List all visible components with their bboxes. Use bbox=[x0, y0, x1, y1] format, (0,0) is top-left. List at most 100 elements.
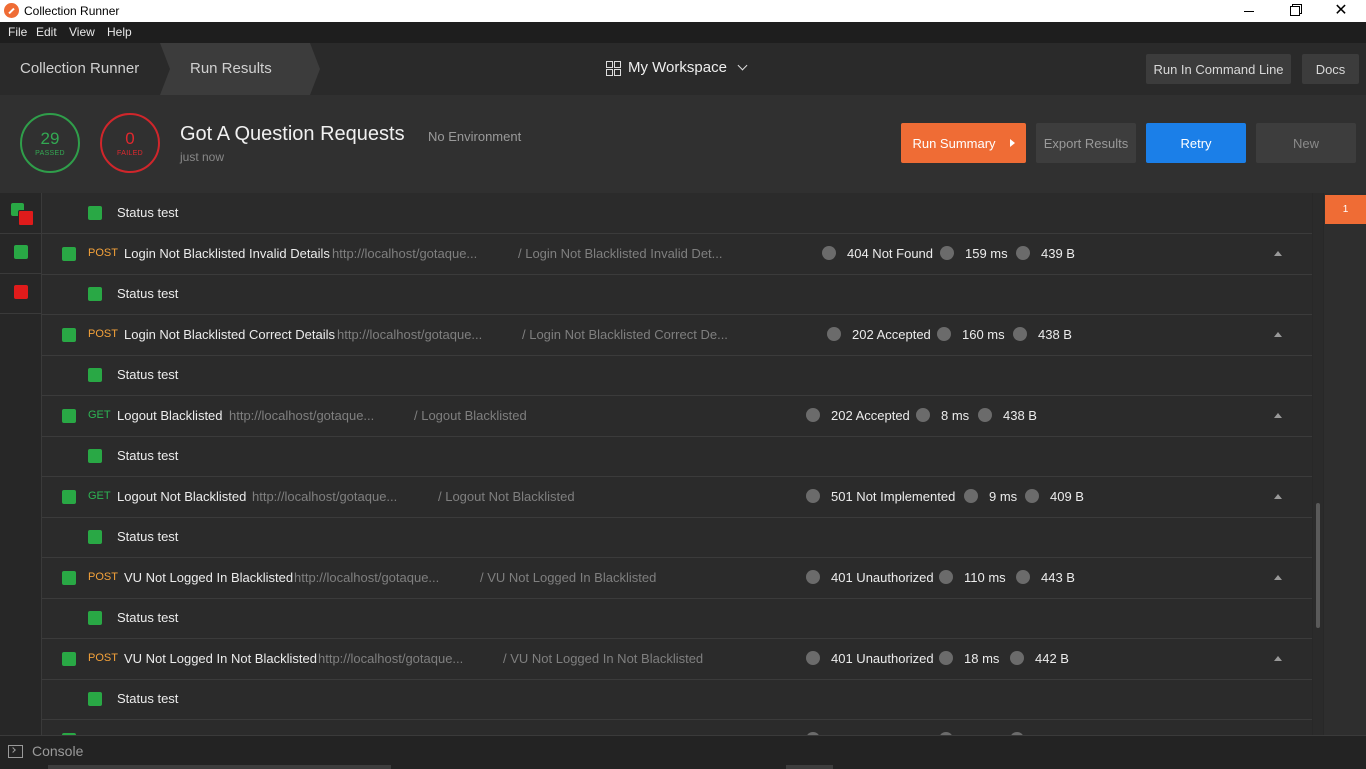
status-dot-icon bbox=[806, 570, 820, 584]
request-row[interactable] bbox=[42, 720, 1312, 735]
run-in-command-line-button[interactable]: Run In Command Line bbox=[1146, 54, 1291, 84]
failed-counter: 0 FAILED bbox=[100, 113, 160, 173]
iteration-strip: 1 bbox=[1324, 193, 1366, 735]
request-row[interactable]: GET Logout Not Blacklisted http://localh… bbox=[42, 477, 1312, 518]
test-pass-icon bbox=[88, 449, 102, 463]
request-url: http://localhost/gotaque... bbox=[337, 327, 483, 342]
run-title: Got A Question Requests bbox=[180, 123, 405, 145]
request-row[interactable]: POST Login Not Blacklisted Correct Detai… bbox=[42, 315, 1312, 356]
size-dot-icon bbox=[1016, 570, 1030, 584]
menu-view[interactable]: View bbox=[69, 25, 95, 39]
request-name: Login Not Blacklisted Correct Details bbox=[124, 327, 335, 342]
size-dot-icon bbox=[1025, 489, 1039, 503]
request-url: http://localhost/gotaque... bbox=[294, 570, 440, 585]
test-pass-icon bbox=[88, 530, 102, 544]
test-name: Status test bbox=[117, 286, 179, 301]
iteration-tab[interactable]: 1 bbox=[1325, 195, 1366, 224]
response-status: 202 Accepted bbox=[852, 327, 931, 342]
console-icon[interactable] bbox=[8, 745, 23, 758]
request-method: POST bbox=[88, 247, 118, 259]
response-time: 18 ms bbox=[964, 651, 1000, 666]
horizontal-scrollbar[interactable] bbox=[48, 765, 391, 769]
request-row[interactable]: POST VU Not Logged In Not Blacklisted ht… bbox=[42, 639, 1312, 680]
close-window-button[interactable]: ✕ bbox=[1318, 0, 1364, 22]
workspace-name: My Workspace bbox=[628, 59, 727, 76]
menu-file[interactable]: File bbox=[8, 25, 27, 39]
postman-logo-icon bbox=[4, 3, 19, 18]
time-dot-icon bbox=[964, 489, 978, 503]
request-path: / Logout Not Blacklisted bbox=[438, 489, 575, 504]
filter-all[interactable] bbox=[0, 193, 41, 234]
run-summary-band: 29 PASSED 0 FAILED Got A Question Reques… bbox=[0, 95, 1366, 193]
failed-label: FAILED bbox=[117, 149, 143, 157]
horizontal-scrollbar-thumb[interactable] bbox=[786, 765, 833, 769]
response-time: 110 ms bbox=[964, 570, 1006, 585]
status-dot-icon bbox=[806, 489, 820, 503]
filter-failed[interactable] bbox=[0, 273, 41, 314]
response-time: 159 ms bbox=[965, 246, 1008, 261]
request-row[interactable]: POST Login Not Blacklisted Invalid Detai… bbox=[42, 234, 1312, 275]
test-row: Status test bbox=[42, 355, 1312, 396]
test-pass-icon bbox=[88, 611, 102, 625]
request-pass-icon bbox=[62, 652, 76, 666]
size-dot-icon bbox=[1010, 651, 1024, 665]
collapse-caret-icon[interactable] bbox=[1274, 494, 1282, 499]
response-size: 442 B bbox=[1035, 651, 1069, 666]
time-dot-icon bbox=[939, 651, 953, 665]
fail-indicator-icon bbox=[18, 210, 34, 226]
docs-button[interactable]: Docs bbox=[1302, 54, 1359, 84]
size-dot-icon bbox=[1016, 246, 1030, 260]
response-time: 160 ms bbox=[962, 327, 1005, 342]
request-method: POST bbox=[88, 328, 118, 340]
menu-edit[interactable]: Edit bbox=[36, 25, 57, 39]
workspace-switcher[interactable]: My Workspace bbox=[606, 59, 748, 76]
test-row: Status test bbox=[42, 517, 1312, 558]
scroll-thumb[interactable] bbox=[1316, 503, 1320, 628]
collapse-caret-icon[interactable] bbox=[1274, 656, 1282, 661]
passed-count: 29 bbox=[40, 128, 60, 148]
test-name: Status test bbox=[117, 448, 179, 463]
request-row[interactable]: GET Logout Blacklisted http://localhost/… bbox=[42, 396, 1312, 437]
minimize-button[interactable] bbox=[1226, 0, 1272, 22]
collapse-caret-icon[interactable] bbox=[1274, 332, 1282, 337]
test-pass-icon bbox=[88, 206, 102, 220]
console-toggle[interactable]: Console bbox=[32, 743, 83, 759]
request-url: http://localhost/gotaque... bbox=[252, 489, 398, 504]
size-dot-icon bbox=[978, 408, 992, 422]
new-button[interactable]: New bbox=[1256, 123, 1356, 163]
request-name: VU Not Logged In Blacklisted bbox=[124, 570, 294, 585]
time-dot-icon bbox=[940, 246, 954, 260]
response-time: 8 ms bbox=[941, 408, 970, 423]
menu-help[interactable]: Help bbox=[107, 25, 132, 39]
test-name: Status test bbox=[117, 367, 179, 382]
retry-button[interactable]: Retry bbox=[1146, 123, 1246, 163]
export-results-button[interactable]: Export Results bbox=[1036, 123, 1136, 163]
result-filter-column bbox=[0, 193, 42, 735]
menu-bar: File Edit View Help bbox=[0, 22, 1366, 43]
breadcrumb-run-results[interactable]: Run Results bbox=[160, 43, 320, 95]
minimize-icon bbox=[1244, 10, 1254, 12]
collapse-caret-icon[interactable] bbox=[1274, 575, 1282, 580]
request-name: Logout Not Blacklisted bbox=[117, 489, 247, 504]
results-scrollbar[interactable] bbox=[1313, 193, 1323, 735]
request-row[interactable]: POST VU Not Logged In Blacklisted http:/… bbox=[42, 558, 1312, 599]
request-pass-icon bbox=[62, 328, 76, 342]
run-summary-label: Run Summary bbox=[912, 135, 996, 151]
collapse-caret-icon[interactable] bbox=[1274, 413, 1282, 418]
play-icon bbox=[1009, 139, 1015, 147]
results-list: Status test POST Login Not Blacklisted I… bbox=[42, 193, 1312, 735]
request-path: / Logout Blacklisted bbox=[414, 408, 527, 423]
response-size: 438 B bbox=[1003, 408, 1037, 423]
collapse-caret-icon[interactable] bbox=[1274, 251, 1282, 256]
request-method: GET bbox=[88, 409, 111, 421]
maximize-button[interactable] bbox=[1272, 0, 1318, 22]
run-summary-button[interactable]: Run Summary bbox=[901, 123, 1026, 163]
filter-passed[interactable] bbox=[0, 233, 41, 274]
status-dot-icon bbox=[822, 246, 836, 260]
breadcrumb-collection-runner[interactable]: Collection Runner bbox=[0, 43, 160, 95]
run-time: just now bbox=[180, 150, 225, 164]
failed-count: 0 bbox=[125, 128, 135, 148]
close-icon: ✕ bbox=[1334, 2, 1348, 19]
status-bar: Console bbox=[0, 735, 1366, 769]
request-url: http://localhost/gotaque... bbox=[318, 651, 464, 666]
